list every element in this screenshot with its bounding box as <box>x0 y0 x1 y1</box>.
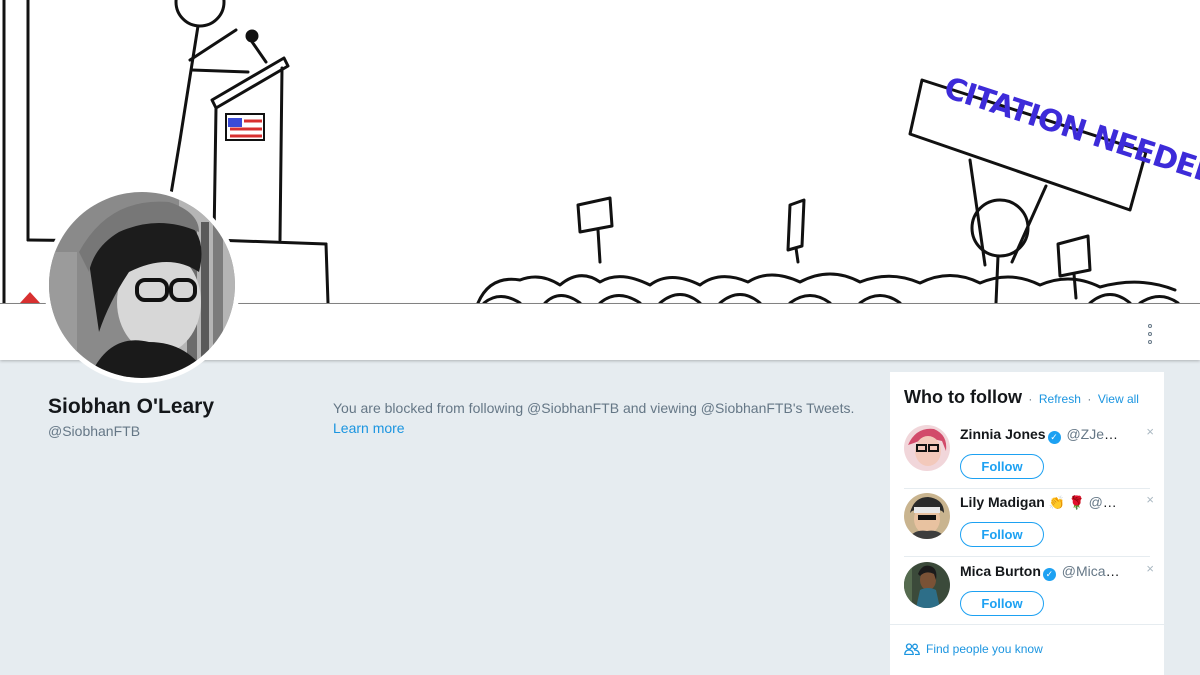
learn-more-link[interactable]: Learn more <box>333 420 405 436</box>
follow-button[interactable]: Follow <box>960 522 1044 547</box>
find-people-label: Find people you know <box>926 642 1043 656</box>
account-info[interactable]: Mica Burton✓ @MicaBu… <box>960 563 1128 581</box>
account-info[interactable]: Lily Madigan 👏 🌹 @ma… <box>960 494 1128 511</box>
account-info[interactable]: Zinnia Jones ✓ @ZJemptv <box>960 426 1128 444</box>
suggested-account: Mica Burton✓ @MicaBu… Follow × <box>904 557 1154 625</box>
profile-name: Siobhan O'Leary <box>48 395 215 418</box>
profile-handle: @SiobhanFTB <box>48 423 141 439</box>
who-to-follow-header: Who to follow · Refresh · View all <box>904 387 1139 408</box>
account-handle: @ma… <box>1088 494 1128 510</box>
refresh-link[interactable]: Refresh <box>1039 392 1081 406</box>
suggested-account: Lily Madigan 👏 🌹 @ma… Follow × <box>904 488 1154 557</box>
who-to-follow-module: Who to follow · Refresh · View all Zinni… <box>890 372 1164 675</box>
close-icon[interactable]: × <box>1146 492 1154 507</box>
blocked-message: You are blocked from following @SiobhanF… <box>333 398 873 438</box>
avatar[interactable] <box>904 562 950 608</box>
follow-button[interactable]: Follow <box>960 454 1044 479</box>
close-icon[interactable]: × <box>1146 561 1154 576</box>
account-handle: @ZJemptv <box>1066 426 1128 442</box>
verified-badge-icon: ✓ <box>1047 431 1061 444</box>
account-name: Lily Madigan <box>960 494 1045 510</box>
avatar[interactable] <box>904 425 950 471</box>
sign-text: CITATION NEEDED <box>940 71 1200 193</box>
who-to-follow-title: Who to follow <box>904 387 1022 407</box>
account-handle: @MicaBu… <box>1061 563 1128 579</box>
separator-dot: · <box>1028 392 1033 406</box>
more-vertical-icon[interactable] <box>1142 324 1158 344</box>
close-icon[interactable]: × <box>1146 424 1154 439</box>
people-icon <box>904 643 920 656</box>
find-people-link[interactable]: Find people you know <box>904 642 1043 656</box>
account-name: Mica Burton <box>960 563 1041 579</box>
suggested-account: Zinnia Jones ✓ @ZJemptv Follow × <box>904 420 1154 489</box>
follow-button[interactable]: Follow <box>960 591 1044 616</box>
profile-avatar[interactable] <box>44 187 240 383</box>
avatar[interactable] <box>904 493 950 539</box>
who-to-follow-footer: Find people you know <box>890 624 1164 675</box>
name-emoji: 👏 🌹 <box>1048 495 1085 510</box>
verified-badge-icon: ✓ <box>1042 568 1056 581</box>
flag-icon <box>225 113 265 141</box>
view-all-link[interactable]: View all <box>1098 392 1139 406</box>
separator-dot: · <box>1087 392 1092 406</box>
avatar-photo <box>49 192 235 378</box>
account-name: Zinnia Jones <box>960 426 1046 442</box>
blocked-text: You are blocked from following @SiobhanF… <box>333 400 855 416</box>
